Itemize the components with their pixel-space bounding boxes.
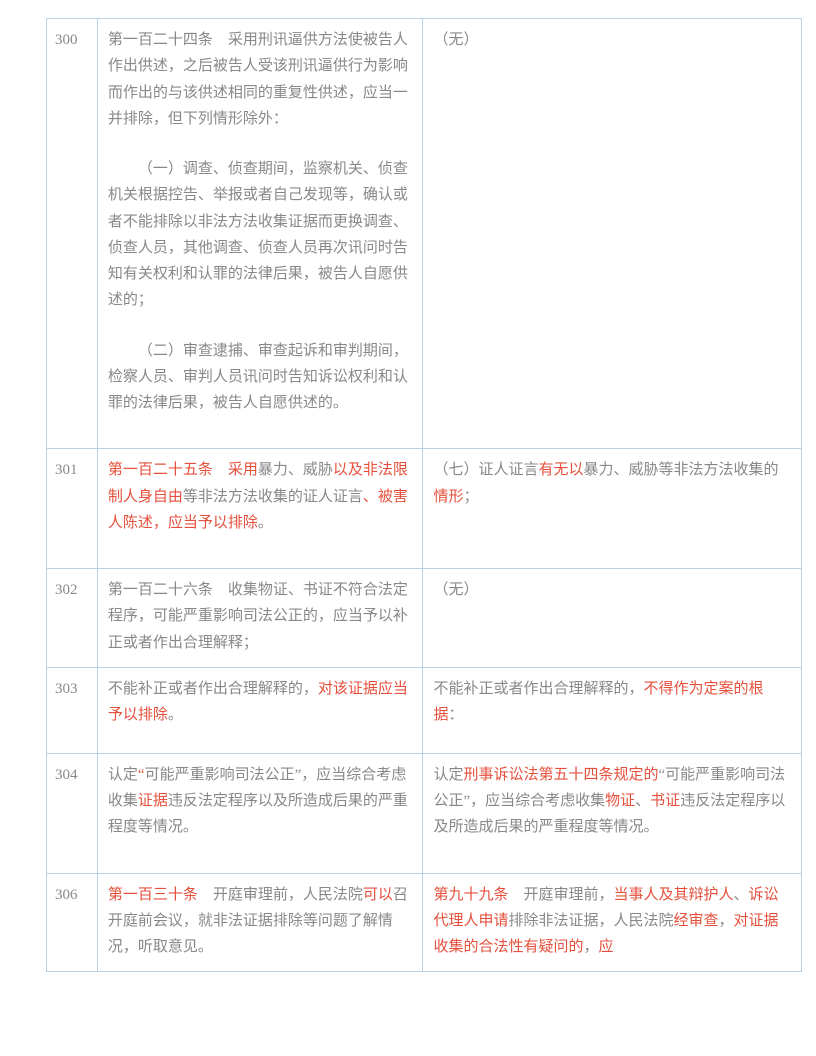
- text-run: 刑事诉讼法第五十四条规定的: [463, 767, 658, 783]
- text-run: ，: [583, 939, 598, 955]
- left-cell: 第一百二十六条 收集物证、书证不符合法定程序，可能严重影响司法公正的，应当予以补…: [97, 569, 423, 668]
- left-cell: 认定“可能严重影响司法公正”，应当综合考虑收集证据违反法定程序以及所造成后果的严…: [97, 753, 423, 873]
- left-cell: 第一百三十条 开庭审理前，人民法院可以召开庭前会议，就非法证据排除等问题了解情况…: [97, 873, 423, 972]
- left-cell: 不能补正或者作出合理解释的，对该证据应当予以排除。: [97, 667, 423, 753]
- text-run: 开庭审理前，人民法院: [198, 887, 363, 903]
- text-run: 不能补正或者作出合理解释的，: [108, 681, 318, 697]
- row-number: 304: [47, 753, 98, 873]
- text-run: 证人证言: [478, 462, 538, 478]
- table-row: 304认定“可能严重影响司法公正”，应当综合考虑收集证据违反法定程序以及所造成后…: [47, 753, 802, 873]
- text-run: 认定: [433, 767, 463, 783]
- text-run: （一）调查、侦查期间，监察机关、侦查机关根据控告、举报或者自己发现等，确认或者不…: [108, 161, 408, 308]
- right-cell: 认定刑事诉讼法第五十四条规定的“可能严重影响司法公正”，应当综合考虑收集物证、书…: [423, 753, 802, 873]
- right-cell: （无）: [423, 569, 802, 668]
- right-cell: 不能补正或者作出合理解释的，不得作为定案的根据：: [423, 667, 802, 753]
- text-run: 证据: [138, 793, 168, 809]
- text-run: 、: [734, 887, 749, 903]
- table-row: 301第一百二十五条 采用暴力、威胁以及非法限制人身自由等非法方法收集的证人证言…: [47, 449, 802, 569]
- text-run: 等非法方法收集的证人证言: [183, 489, 363, 505]
- table-row: 303不能补正或者作出合理解释的，对该证据应当予以排除。不能补正或者作出合理解释…: [47, 667, 802, 753]
- text-run: 第一百二十五条 采用: [108, 462, 258, 478]
- text-run: 有无以: [539, 462, 584, 478]
- text-run: 暴力、威胁等非法方法收集的: [584, 462, 779, 478]
- text-run: 情形: [433, 489, 463, 505]
- left-cell: 第一百二十四条 采用刑讯逼供方法使被告人作出供述，之后被告人受该刑讯逼供行为影响…: [97, 19, 423, 449]
- table-row: 300第一百二十四条 采用刑讯逼供方法使被告人作出供述，之后被告人受该刑讯逼供行…: [47, 19, 802, 449]
- text-run: 、: [635, 793, 650, 809]
- text-run: “: [138, 767, 145, 783]
- text-run: 经审查: [674, 913, 719, 929]
- row-number: 303: [47, 667, 98, 753]
- row-number: 306: [47, 873, 98, 972]
- text-run: 认定: [108, 767, 138, 783]
- right-cell: 第九十九条 开庭审理前，当事人及其辩护人、诉讼代理人申请排除非法证据，人民法院经…: [423, 873, 802, 972]
- text-run: ：: [448, 707, 463, 723]
- text-run: （无）: [433, 582, 478, 598]
- text-run: （二）审查逮捕、审查起诉和审判期间，检察人员、审判人员讯问时告知诉讼权利和认罪的…: [108, 343, 408, 412]
- text-run: 不能补正或者作出合理解释的，: [433, 681, 643, 697]
- text-run: 应: [599, 939, 614, 955]
- text-run: ；: [463, 489, 478, 505]
- text-run: （无）: [433, 32, 478, 48]
- table-row: 306第一百三十条 开庭审理前，人民法院可以召开庭前会议，就非法证据排除等问题了…: [47, 873, 802, 972]
- comparison-table: 300第一百二十四条 采用刑讯逼供方法使被告人作出供述，之后被告人受该刑讯逼供行…: [46, 18, 802, 972]
- text-run: 。: [258, 515, 273, 531]
- text-run: 第九十九条: [433, 887, 508, 903]
- text-run: 可以: [363, 887, 393, 903]
- text-run: ，: [719, 913, 734, 929]
- table-row: 302第一百二十六条 收集物证、书证不符合法定程序，可能严重影响司法公正的，应当…: [47, 569, 802, 668]
- text-run: 第一百二十四条 采用刑讯逼供方法使被告人作出供述，之后被告人受该刑讯逼供行为影响…: [108, 32, 408, 127]
- text-run: （七）: [433, 462, 478, 478]
- row-number: 300: [47, 19, 98, 449]
- text-run: 暴力、威胁: [258, 462, 333, 478]
- text-run: 第一百三十条: [108, 887, 198, 903]
- row-number: 301: [47, 449, 98, 569]
- row-number: 302: [47, 569, 98, 668]
- text-run: 物证: [605, 793, 635, 809]
- text-run: 排除非法证据，人民法院: [508, 913, 673, 929]
- right-cell: （七）证人证言有无以暴力、威胁等非法方法收集的情形；: [423, 449, 802, 569]
- left-cell: 第一百二十五条 采用暴力、威胁以及非法限制人身自由等非法方法收集的证人证言、被害…: [97, 449, 423, 569]
- text-run: 第一百二十六条 收集物证、书证不符合法定程序，可能严重影响司法公正的，应当予以补…: [108, 582, 408, 651]
- right-cell: （无）: [423, 19, 802, 449]
- text-run: 开庭审理前，: [508, 887, 613, 903]
- text-run: 当事人及其辩护人: [614, 887, 734, 903]
- text-run: 书证: [650, 793, 680, 809]
- text-run: 。: [168, 707, 183, 723]
